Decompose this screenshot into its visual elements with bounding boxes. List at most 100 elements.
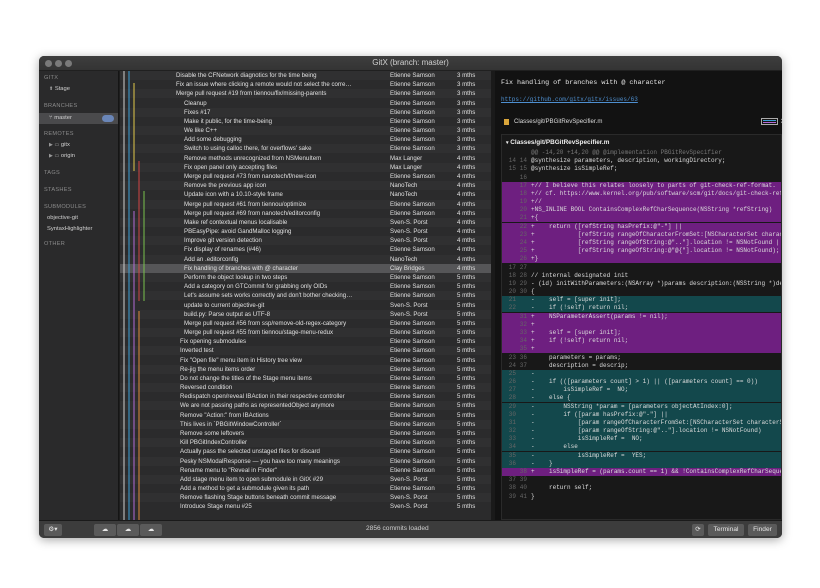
- disclosure-icon[interactable]: ▶: [49, 142, 53, 148]
- sidebar-item-remote-origin[interactable]: ▶ ▭ origin: [49, 153, 75, 159]
- commit-row[interactable]: Remove "Action:" from IBActions Etienne S…: [120, 411, 491, 420]
- commit-row[interactable]: Introduce Stage menu #25 Sven-S. Porst 5 m…: [120, 502, 491, 511]
- old-line-number: 27: [508, 386, 516, 394]
- commit-row[interactable]: PBEasyPipe: avoid GandMalloc logging Sven…: [120, 227, 491, 236]
- commit-author: Sven-S. Porst: [390, 503, 428, 511]
- commit-row[interactable]: Add a category on GTCommit for grabbing …: [120, 282, 491, 291]
- commit-row[interactable]: Let's assume sets works correctly and do…: [120, 291, 491, 301]
- commit-row[interactable]: build.py: Parse output as UTF-8 Sven-S. P…: [120, 309, 491, 319]
- diff-line-text: +}: [531, 255, 539, 263]
- commit-row[interactable]: Merge pull request #73 from nanotech/f/n…: [120, 172, 491, 181]
- commit-row[interactable]: update to current objective-git Sven-S. P…: [120, 301, 491, 310]
- commit-author: Etienne Samson: [390, 485, 435, 493]
- commit-subject: We like C++: [184, 127, 218, 135]
- commit-row[interactable]: Switch to using calloc there, for overfl…: [120, 144, 491, 154]
- diff-line-context: 15 15 @synthesize isSimpleRef;: [502, 165, 781, 173]
- commit-row[interactable]: Fix "Open file" menu item in History tre…: [120, 356, 491, 365]
- new-line-number: 39: [519, 476, 527, 484]
- commit-row[interactable]: Fix handling of branches with @ characte…: [120, 263, 491, 273]
- commit-row[interactable]: Merge pull request #19 from tiennou/fix/…: [120, 89, 491, 99]
- commit-row[interactable]: Fix opening submodules Etienne Samson 5 mt…: [120, 337, 491, 346]
- refresh-button[interactable]: ⟳: [692, 524, 704, 536]
- commit-row[interactable]: Reversed condition Etienne Samson 5 mths: [120, 383, 491, 393]
- diff-line-removed: 31 - [param rangeOfCharacterFromSet:[NSCh…: [502, 418, 781, 427]
- disclosure-icon[interactable]: ▶: [49, 153, 53, 159]
- commit-subject: Fix "Open file" menu item in History tre…: [180, 356, 302, 364]
- commit-date: 5 mths: [457, 457, 476, 465]
- diff-line-text: + [refString rangeOfString:@"@{"].locati…: [531, 247, 780, 255]
- sidebar-item-master[interactable]: ⑂ master: [39, 113, 118, 124]
- commit-row[interactable]: Remove flashing Stage buttons beneath co…: [120, 493, 491, 503]
- commit-row[interactable]: Add stage menu item to open submodule in…: [120, 474, 491, 484]
- commit-row[interactable]: Remove the previous app icon NanoTech 4 mt…: [120, 181, 491, 191]
- commit-row[interactable]: We like C++ Etienne Samson 3 mths: [120, 126, 491, 136]
- terminal-button[interactable]: Terminal: [708, 524, 744, 536]
- commit-row[interactable]: Merge pull request #61 from tiennou/opti…: [120, 199, 491, 209]
- commit-row[interactable]: Add some debugging Etienne Samson 3 mths: [120, 135, 491, 144]
- commit-row[interactable]: Update icon with a 10.10-style frame Nano…: [120, 190, 491, 199]
- commit-row[interactable]: Inverted test Etienne Samson 5 mths: [120, 346, 491, 356]
- disclosure-icon[interactable]: ▾: [506, 140, 509, 146]
- commit-row[interactable]: Fixes #17 Etienne Samson 3 mths: [120, 107, 491, 117]
- commit-row[interactable]: Make it public, for the time-being Etienn…: [120, 117, 491, 126]
- finder-button[interactable]: Finder: [748, 524, 777, 536]
- commit-row[interactable]: Do not change the titles of the Stage me…: [120, 374, 491, 383]
- fetch-button[interactable]: ☁: [94, 524, 116, 536]
- main-window: GitX (branch: master) GITX ⬆ Stage BRANC…: [39, 56, 782, 538]
- commit-row[interactable]: Merge pull request #55 from tiennou/stag…: [120, 328, 491, 338]
- new-line-number: 35: [519, 345, 527, 353]
- commit-row[interactable]: Pesky NSModalResponse — you have too man…: [120, 456, 491, 466]
- commit-row[interactable]: Merge pull request #69 from nanotech/edi…: [120, 209, 491, 218]
- commit-row[interactable]: Re-jig the menu items order Etienne Samso…: [120, 364, 491, 374]
- commit-row[interactable]: Improve git version detection Sven-S. Por…: [120, 236, 491, 246]
- commit-detail-pane: Fix handling of branches with @ characte…: [495, 71, 782, 520]
- new-line-number: 41: [519, 492, 527, 500]
- commit-row[interactable]: Perform the object lookup in two steps Et…: [120, 272, 491, 282]
- commit-row[interactable]: Remove methods unrecognized from NSMenuI…: [120, 154, 491, 163]
- commit-row[interactable]: We are not passing paths as representedO…: [120, 401, 491, 411]
- pull-button[interactable]: ☁: [117, 524, 139, 536]
- diff-line-text: - [param rangeOfString:@".."].location !…: [531, 427, 762, 435]
- commit-row[interactable]: Fix an issue where clicking a remote wou…: [120, 80, 491, 89]
- diff-line-text: - isSimpleRef = YES;: [531, 451, 647, 459]
- sidebar-item-remote-gitx[interactable]: ▶ ▭ gitx: [49, 142, 70, 148]
- commit-row[interactable]: Disable the CFNetwork diagnotics for the…: [120, 71, 491, 80]
- diffstat-bar: [761, 118, 778, 125]
- sidebar-item-stage[interactable]: ⬆ Stage: [49, 86, 70, 92]
- sidebar-item-submodule-objective-git[interactable]: objective-git: [47, 215, 78, 221]
- diff-file-header[interactable]: ▾ Classes/git/PBGitRevSpecifier.m: [506, 139, 609, 146]
- new-line-number: 28: [519, 271, 527, 279]
- diff-view[interactable]: ▾ Classes/git/PBGitRevSpecifier.m @@ -14…: [501, 134, 782, 520]
- commit-row[interactable]: Add a method to get a submodule given it…: [120, 484, 491, 493]
- commit-date: 3 mths: [457, 90, 476, 98]
- commit-row[interactable]: Merge pull request #56 from ssp/remove-o…: [120, 319, 491, 328]
- checkout-indicator: [102, 115, 114, 122]
- commit-author: Etienne Samson: [390, 108, 435, 116]
- commit-row[interactable]: This lives in `PBGitWindowController` Eti…: [120, 419, 491, 429]
- commit-author: Sven-S. Porst: [390, 228, 428, 236]
- commit-row[interactable]: Rename menu to "Reveal in Finder" Etienne…: [120, 466, 491, 475]
- commit-row[interactable]: Fix display of renames (#46) Etienne Sams…: [120, 245, 491, 254]
- commit-row[interactable]: Fix open panel only accepting files Max L…: [120, 162, 491, 172]
- diff-line-added: 25 + [refString rangeOfString:@"@{"].loca…: [502, 247, 781, 256]
- commit-row[interactable]: Cleanup Etienne Samson 3 mths: [120, 99, 491, 108]
- push-button[interactable]: ☁: [140, 524, 162, 536]
- new-line-number: 36: [519, 353, 527, 361]
- issue-link[interactable]: https://github.com/gitx/gitx/issues/63: [501, 96, 638, 103]
- commit-row[interactable]: Actually pass the selected unstaged file…: [120, 447, 491, 456]
- commit-row[interactable]: Kill PBGitIndexController Etienne Samson 5…: [120, 438, 491, 448]
- diff-line-context: 24 37 description = descrip;: [502, 362, 781, 370]
- commit-subject: Pesky NSModalResponse — you have too man…: [180, 457, 340, 465]
- commit-author: Etienne Samson: [390, 90, 435, 98]
- sidebar-item-submodule-syntaxhighlighter[interactable]: SyntaxHighlighter: [47, 226, 92, 232]
- gear-menu-button[interactable]: ⚙▾: [44, 524, 62, 536]
- commit-list[interactable]: Disable the CFNetwork diagnotics for the…: [120, 71, 491, 520]
- commit-row[interactable]: Remove some leftovers Etienne Samson 5 mth…: [120, 429, 491, 438]
- commit-row[interactable]: Make ref contextual menus localisable Sve…: [120, 217, 491, 227]
- diff-line-text: @@ -14,20 +14,20 @@ @implementation PBGi…: [531, 149, 722, 156]
- changed-file-name[interactable]: Classes/git/PBGitRevSpecifier.m: [514, 118, 602, 125]
- commit-author: Sven-S. Porst: [390, 310, 428, 318]
- sidebar-header-tags: TAGS: [44, 170, 61, 176]
- commit-row[interactable]: Add an .editorconfig NanoTech 4 mths: [120, 254, 491, 264]
- commit-row[interactable]: Redispatch open/reveal IBAction in their…: [120, 392, 491, 401]
